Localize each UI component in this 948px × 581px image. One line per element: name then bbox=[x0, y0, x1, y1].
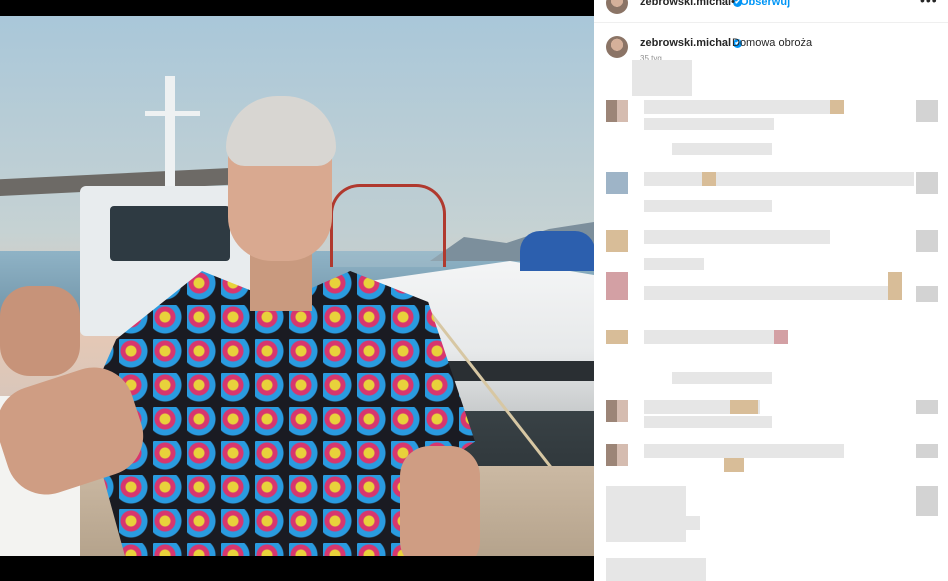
comment-like-blur bbox=[916, 230, 938, 252]
comment-avatar bbox=[606, 100, 628, 122]
caption-avatar[interactable] bbox=[606, 36, 628, 58]
post-header: zebrowski.michal ✔ • Obserwuj ••• bbox=[594, 0, 948, 23]
post-photo[interactable] bbox=[0, 16, 594, 556]
comment-like-blur bbox=[916, 486, 938, 516]
header-separator: • bbox=[731, 0, 735, 8]
comment-blur bbox=[644, 516, 700, 530]
avatar[interactable] bbox=[606, 0, 628, 14]
comment-blur bbox=[606, 486, 686, 542]
photo-windshield bbox=[330, 184, 446, 267]
comment-blur bbox=[644, 286, 894, 300]
comment-avatar bbox=[606, 230, 628, 252]
comment-like-blur bbox=[916, 100, 938, 122]
comment-like-blur bbox=[916, 444, 938, 458]
comment-blur bbox=[888, 272, 902, 300]
photo-boat-cabin bbox=[110, 206, 230, 261]
comment-avatar bbox=[606, 272, 628, 300]
comment-blur bbox=[644, 258, 704, 270]
comment-blur bbox=[724, 458, 744, 472]
comment-blur bbox=[644, 200, 772, 212]
header-username[interactable]: zebrowski.michal ✔ bbox=[640, 0, 743, 8]
photo-arm-right bbox=[400, 446, 480, 556]
comment-avatar bbox=[606, 400, 628, 422]
photo-mast-arm bbox=[145, 111, 200, 116]
comment-blur bbox=[606, 558, 706, 581]
more-options-icon[interactable]: ••• bbox=[920, 0, 938, 8]
comment-blur bbox=[672, 372, 772, 384]
comment-blur bbox=[644, 230, 830, 244]
comment-blur bbox=[672, 143, 772, 155]
post-side-panel: zebrowski.michal ✔ • Obserwuj ••• zebrows… bbox=[594, 0, 948, 581]
comment-like-blur bbox=[916, 286, 938, 302]
comment-blur bbox=[702, 172, 716, 186]
comment-blur bbox=[644, 330, 788, 344]
comment-blur bbox=[644, 100, 844, 114]
comment-blur bbox=[632, 60, 692, 96]
caption-username-text: zebrowski.michal bbox=[640, 37, 732, 49]
follow-button[interactable]: Obserwuj bbox=[740, 0, 790, 8]
photo-arm-far bbox=[0, 286, 80, 376]
comment-avatar bbox=[606, 444, 628, 466]
comment-like-blur bbox=[916, 400, 938, 414]
comment-avatar bbox=[606, 172, 628, 194]
comment-blur bbox=[644, 416, 772, 428]
comment-like-blur bbox=[916, 172, 938, 194]
comment-blur bbox=[774, 330, 788, 344]
comment-blur bbox=[830, 100, 844, 114]
caption-username[interactable]: zebrowski.michal ✔ bbox=[640, 37, 743, 49]
photo-blue-canvas bbox=[520, 231, 594, 271]
comment-blur bbox=[644, 172, 914, 186]
comment-blur bbox=[730, 400, 758, 414]
post-media[interactable] bbox=[0, 0, 594, 581]
comment-blur bbox=[644, 444, 844, 458]
photo-hair bbox=[226, 96, 336, 166]
caption-text: Domowa obroża bbox=[732, 37, 813, 49]
comment-avatar bbox=[606, 330, 628, 344]
comment-blur bbox=[644, 118, 774, 130]
header-username-text: zebrowski.michal bbox=[640, 0, 732, 8]
